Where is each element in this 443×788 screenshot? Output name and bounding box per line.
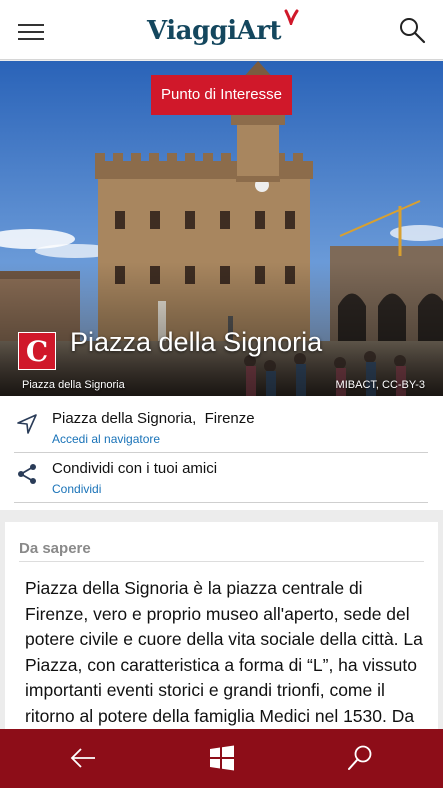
place-title: Piazza della Signoria bbox=[70, 327, 323, 357]
card-divider bbox=[19, 561, 424, 562]
search-icon[interactable] bbox=[398, 16, 426, 44]
back-arrow-icon[interactable] bbox=[68, 743, 98, 773]
logo-accent-icon bbox=[284, 9, 299, 25]
row-divider bbox=[14, 502, 428, 503]
image-caption: Piazza della Signoria bbox=[22, 379, 125, 391]
app-header: ViaggiArt bbox=[0, 0, 443, 60]
share-title: Condividi con i tuoi amici bbox=[52, 460, 218, 477]
share-link[interactable]: Condividi bbox=[52, 482, 101, 496]
share-icon bbox=[18, 464, 36, 484]
about-title: Da sapere bbox=[19, 540, 91, 557]
about-text: Piazza della Signoria è la piazza centra… bbox=[25, 578, 423, 751]
category-icon: C bbox=[18, 332, 56, 370]
image-credit: MIBACT, CC-BY-3 bbox=[335, 379, 425, 391]
location-row[interactable]: Piazza della Signoria, Firenze Accedi al… bbox=[0, 398, 443, 448]
navigation-arrow-icon bbox=[17, 414, 37, 434]
app-logo: ViaggiArt bbox=[147, 16, 282, 46]
info-panel: Piazza della Signoria, Firenze Accedi al… bbox=[0, 396, 443, 510]
poi-category-badge: Punto di Interesse bbox=[151, 75, 292, 115]
hamburger-menu-icon[interactable] bbox=[18, 24, 44, 40]
location-address: Piazza della Signoria, Firenze bbox=[52, 410, 255, 427]
bottom-nav-bar bbox=[0, 729, 443, 788]
search-icon[interactable] bbox=[345, 743, 375, 773]
share-row[interactable]: Condividi con i tuoi amici Condividi bbox=[0, 448, 443, 498]
windows-icon[interactable] bbox=[207, 743, 237, 773]
hero-image: Punto di Interesse C Piazza della Signor… bbox=[0, 61, 443, 396]
navigator-link[interactable]: Accedi al navigatore bbox=[52, 432, 160, 446]
about-card: Da sapere Piazza della Signoria è la pia… bbox=[5, 522, 438, 751]
